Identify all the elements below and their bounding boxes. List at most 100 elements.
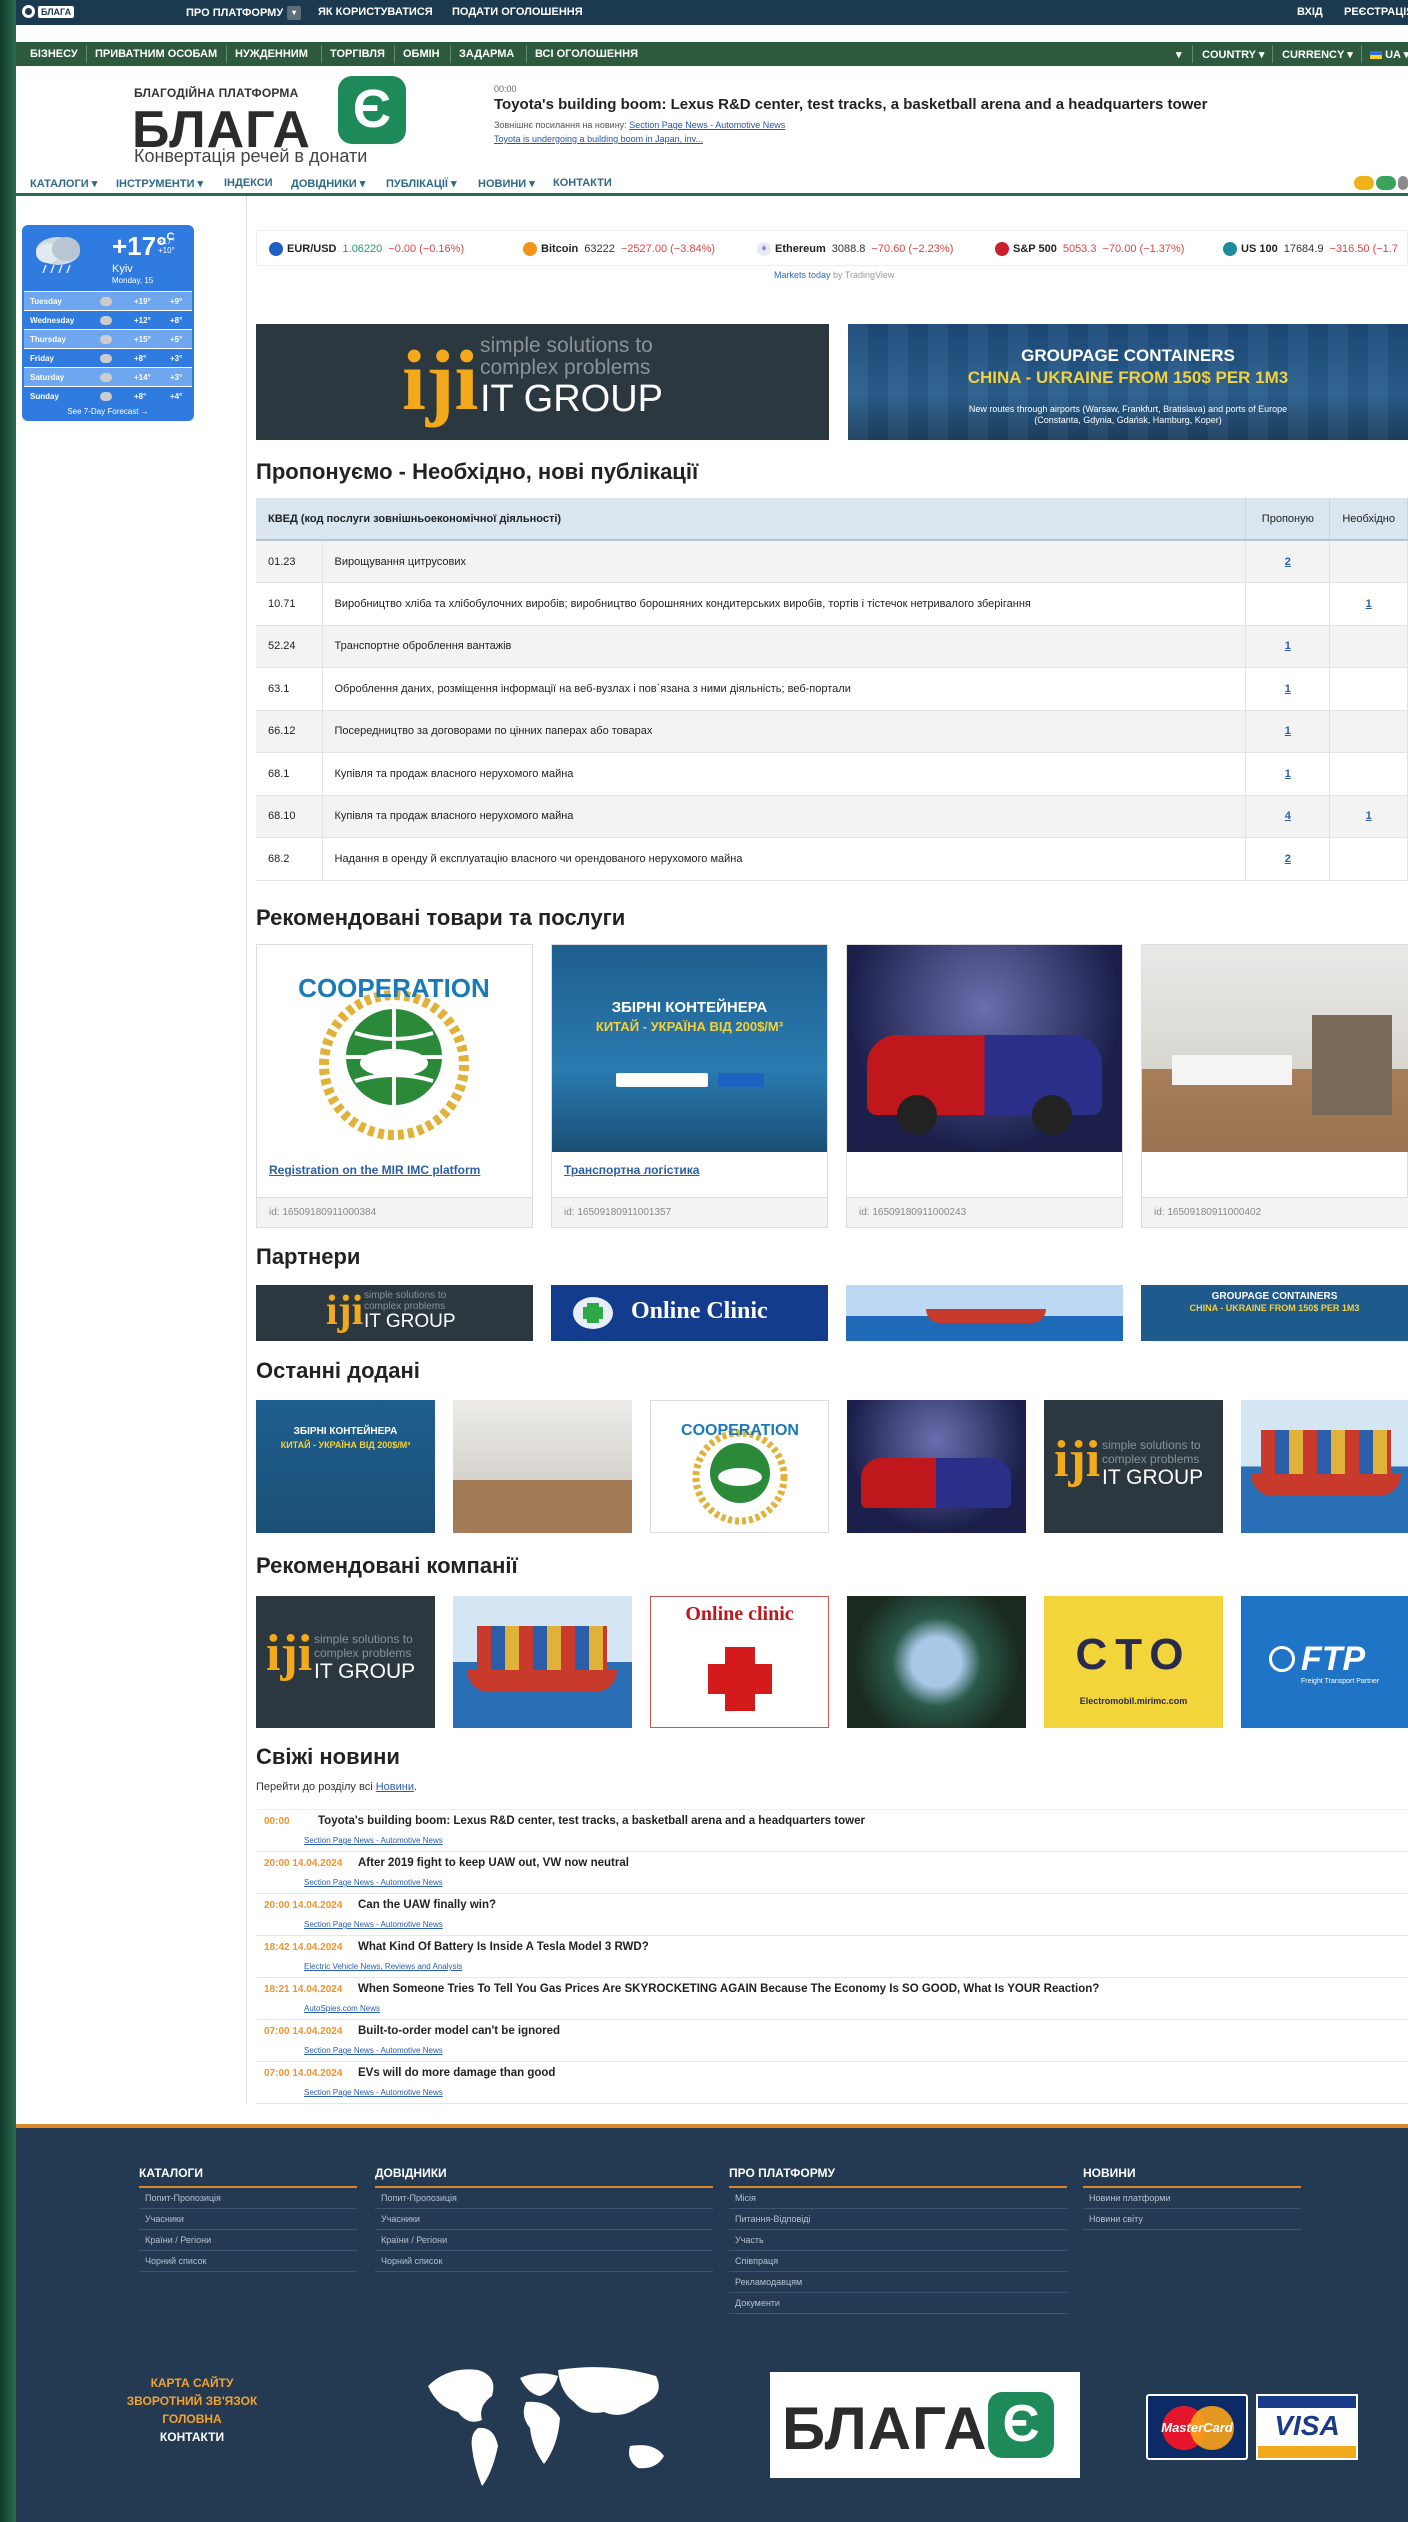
company-logo[interactable] (453, 1596, 632, 1728)
ticker-quote[interactable]: US 100 17684.9 −316.50 (−1.7 (1223, 242, 1398, 256)
news-title[interactable]: Can the UAW finally win? (358, 1899, 496, 1911)
login-link[interactable]: ВХІД (1297, 6, 1323, 18)
need-count[interactable]: 1 (1329, 582, 1408, 626)
offer-count[interactable]: 1 (1245, 625, 1331, 668)
news-title[interactable]: EVs will do more damage than good (358, 2067, 555, 2079)
table-row[interactable]: 52.24 Транспортне оброблення вантажів 1 (256, 625, 1408, 668)
ticker-quote[interactable]: ♦ Ethereum 3088.8 −70.60 (−2.23%) (757, 242, 953, 256)
home-link[interactable]: ГОЛОВНА (112, 2410, 272, 2428)
offer-count[interactable]: 2 (1245, 837, 1331, 881)
footer-link[interactable]: Рекламодавцям (729, 2272, 1067, 2293)
company-logo[interactable]: iji simple solutions to complex problems… (256, 1596, 435, 1728)
header-news-teaser[interactable]: Toyota is undergoing a building boom in … (494, 134, 703, 144)
product-link[interactable]: Транспортна логістика (564, 1163, 699, 1177)
need-count[interactable] (1329, 837, 1408, 881)
latest-item[interactable]: ЗБІРНІ КОНТЕЙНЕРА КИТАЙ - УКРАЇНА ВІД 20… (256, 1400, 435, 1533)
partner-logo-groupage[interactable]: GROUPAGE CONTAINERS CHINA - UKRAINE FROM… (1141, 1285, 1408, 1341)
footer-link[interactable]: Новини платформи (1083, 2188, 1301, 2209)
ticker-caption-link[interactable]: Markets today (774, 270, 831, 280)
footer-link[interactable]: Країни / Регіони (375, 2230, 713, 2251)
need-count[interactable] (1329, 752, 1408, 796)
menu-how-to-use[interactable]: ЯК КОРИСТУВАТИСЯ (318, 6, 433, 18)
company-logo[interactable]: Online clinic (650, 1596, 829, 1728)
news-item[interactable]: 20:00 14.04.2024 Can the UAW finally win?… (256, 1894, 1408, 1936)
news-title[interactable]: After 2019 fight to keep UAW out, VW now… (358, 1857, 629, 1869)
news-source[interactable]: Section Page News - Automotive News (304, 2046, 443, 2055)
footer-link[interactable]: Учасники (375, 2209, 713, 2230)
footer-link[interactable]: Країни / Регіони (139, 2230, 357, 2251)
table-row[interactable]: 63.1 Оброблення даних, розміщення інформа… (256, 667, 1408, 711)
need-count[interactable] (1329, 625, 1408, 668)
news-source[interactable]: Section Page News - Automotive News (304, 1920, 443, 1929)
table-row[interactable]: 68.2 Надання в оренду й експлуатацію влас… (256, 837, 1408, 881)
need-count[interactable] (1329, 710, 1408, 753)
latest-item[interactable] (1241, 1400, 1408, 1533)
news-item[interactable]: 18:21 14.04.2024 When Someone Tries To Te… (256, 1978, 1408, 2020)
footer-link[interactable]: Чорний список (139, 2251, 357, 2272)
menu-directories[interactable]: ДОВІДНИКИ ▾ (291, 177, 365, 190)
footer-link[interactable]: Попит-Пропозиція (375, 2188, 713, 2209)
register-link[interactable]: РЕЄСТРАЦІЯ (1344, 6, 1408, 18)
latest-item[interactable] (847, 1400, 1026, 1533)
footer-brand-logo[interactable]: БЛАГА Є (770, 2372, 1080, 2478)
footer-link[interactable]: Місія (729, 2188, 1067, 2209)
menu-contacts[interactable]: КОНТАКТИ (553, 177, 612, 189)
nav-exchange[interactable]: ОБМІН (403, 48, 440, 60)
product-card[interactable]: id: 16509180911000402 (1141, 944, 1408, 1228)
offer-count[interactable]: 1 (1245, 667, 1331, 711)
offer-count[interactable]: 4 (1245, 795, 1331, 838)
company-logo[interactable]: CTO Electromobil.mirimc.com (1044, 1596, 1223, 1728)
need-count[interactable] (1329, 667, 1408, 711)
footer-link[interactable]: Документи (729, 2293, 1067, 2314)
nav-extra-dropdown[interactable]: ▾ (1176, 48, 1182, 61)
news-item[interactable]: 07:00 14.04.2024 EVs will do more damage … (256, 2062, 1408, 2104)
product-card[interactable]: id: 16509180911000243 (846, 944, 1123, 1228)
sitemap-link[interactable]: КАРТА САЙТУ (112, 2374, 272, 2392)
partner-logo-iji[interactable]: iji simple solutions to complex problems… (256, 1285, 533, 1341)
news-title[interactable]: When Someone Tries To Tell You Gas Price… (358, 1983, 1099, 1995)
nav-trade[interactable]: ТОРГІВЛЯ (330, 48, 385, 60)
footer-link[interactable]: Учасники (139, 2209, 357, 2230)
cart-icon[interactable] (1376, 176, 1396, 190)
menu-tools[interactable]: ІНСТРУМЕНТИ ▾ (116, 177, 203, 190)
news-item[interactable]: 07:00 14.04.2024 Built-to-order model can… (256, 2020, 1408, 2062)
currency-dropdown[interactable]: CURRENCY ▾ (1282, 48, 1353, 61)
footer-link[interactable]: Співпраця (729, 2251, 1067, 2272)
nav-needy[interactable]: НУЖДЕННИМ (235, 48, 308, 60)
news-source[interactable]: AutoSpies.com News (304, 2004, 380, 2013)
news-title[interactable]: Toyota's building boom: Lexus R&D center… (318, 1815, 865, 1827)
ticker-quote[interactable]: S&P 500 5053.3 −70.00 (−1.37%) (995, 242, 1184, 256)
news-source[interactable]: Section Page News - Automotive News (304, 1836, 443, 1845)
footer-link[interactable]: Попит-Пропозиція (139, 2188, 357, 2209)
news-item[interactable]: 20:00 14.04.2024 After 2019 fight to keep… (256, 1852, 1408, 1894)
market-ticker[interactable]: EUR/USD 1.06220 −0.00 (−0.16%) Bitcoin 6322… (256, 230, 1408, 266)
news-source[interactable]: Electric Vehicle News, Reviews and Analy… (304, 1962, 462, 1971)
header-news-source-link[interactable]: Section Page News - Automotive News (629, 120, 785, 130)
menu-about-platform[interactable]: ПРО ПЛАТФОРМУ ▾ (186, 6, 302, 20)
partner-logo-online-clinic[interactable]: Online Clinic (551, 1285, 828, 1341)
ticker-quote[interactable]: EUR/USD 1.06220 −0.00 (−0.16%) (269, 242, 464, 256)
menu-post-ad[interactable]: ПОДАТИ ОГОЛОШЕННЯ (452, 6, 583, 18)
table-row[interactable]: 68.10 Купівля та продаж власного нерухомо… (256, 795, 1408, 838)
chevron-down-icon[interactable]: ▾ (287, 6, 302, 20)
more-icon[interactable] (1398, 176, 1408, 190)
menu-publications[interactable]: ПУБЛІКАЦІЇ ▾ (386, 177, 457, 190)
product-card[interactable]: ЗБІРНІ КОНТЕЙНЕРА КИТАЙ - УКРАЇНА ВІД 20… (551, 944, 828, 1228)
need-count[interactable] (1329, 540, 1408, 583)
offer-count[interactable]: 1 (1245, 710, 1331, 753)
company-logo[interactable] (847, 1596, 1026, 1728)
header-news-headline[interactable]: Toyota's building boom: Lexus R&D center… (494, 96, 1207, 113)
footer-link[interactable]: Чорний список (375, 2251, 713, 2272)
latest-item[interactable]: COOPERATION (650, 1400, 829, 1533)
news-item[interactable]: 00:00 Toyota's building boom: Lexus R&D c… (256, 1810, 1408, 1852)
product-card[interactable]: COOPERATION Registration on the MIR IMC … (256, 944, 533, 1228)
footer-link[interactable]: Питання-Відповіді (729, 2209, 1067, 2230)
table-row[interactable]: 10.71 Виробництво хліба та хлібобулочних … (256, 582, 1408, 626)
offer-count[interactable]: 2 (1245, 540, 1331, 583)
news-title[interactable]: What Kind Of Battery Is Inside A Tesla M… (358, 1941, 649, 1953)
news-title[interactable]: Built-to-order model can't be ignored (358, 2025, 560, 2037)
latest-item[interactable]: iji simple solutions to complex problems… (1044, 1400, 1223, 1533)
table-row[interactable]: 66.12 Посередництво за договорами по цінн… (256, 710, 1408, 753)
latest-item[interactable] (453, 1400, 632, 1533)
menu-news[interactable]: НОВИНИ ▾ (478, 177, 535, 190)
